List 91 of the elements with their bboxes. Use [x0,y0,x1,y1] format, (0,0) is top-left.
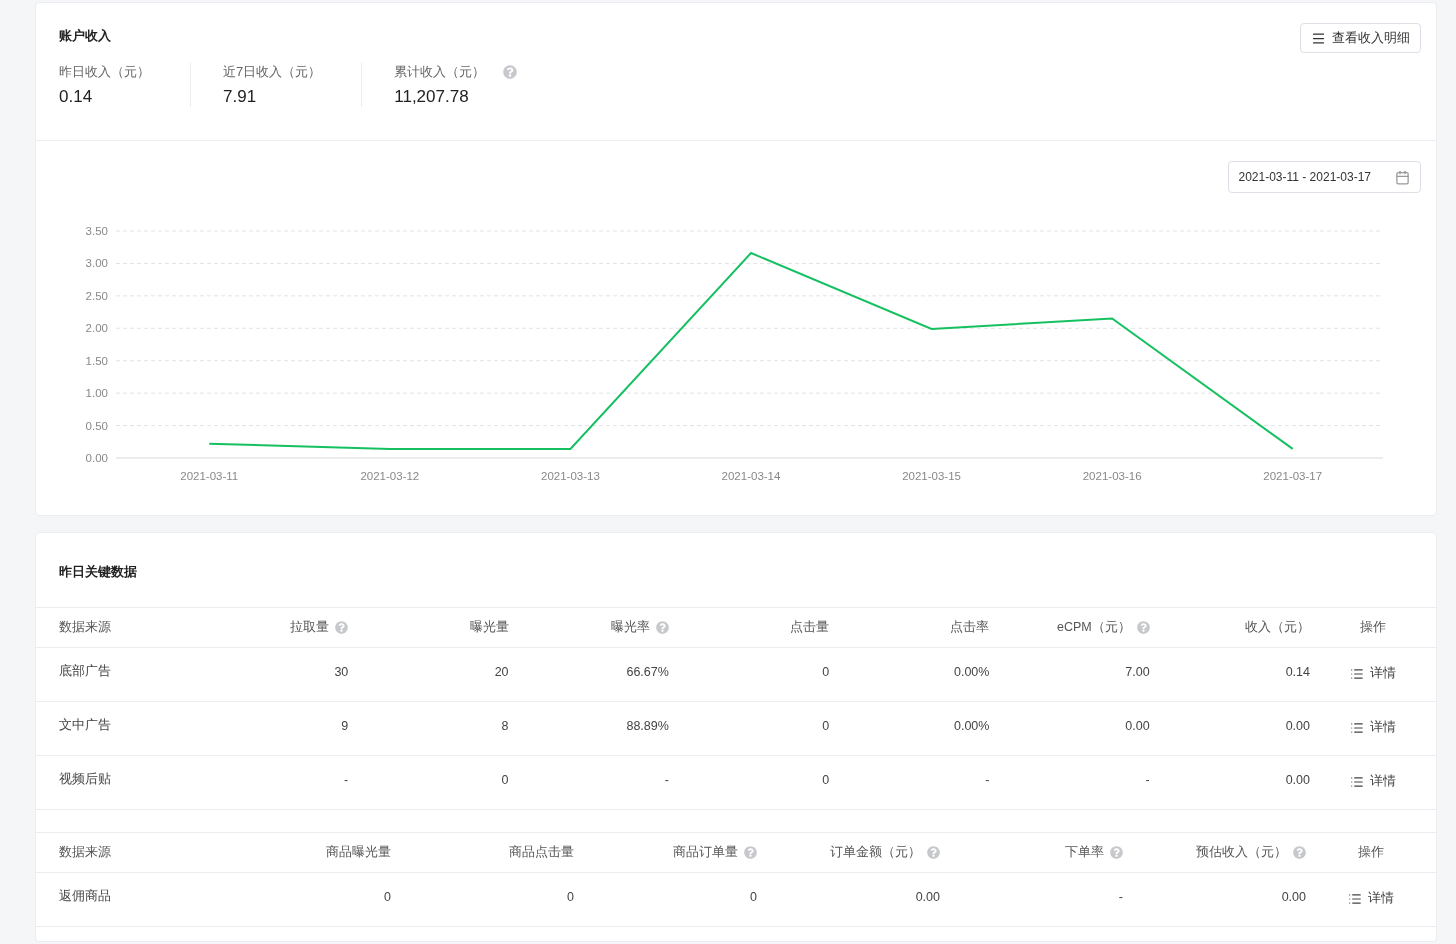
table-cell: 0.14 [1285,664,1310,679]
column-header: 拉取量 [290,619,330,636]
table-cell: - [664,772,669,787]
table-cell: 视频后贴 [59,772,111,786]
menu-icon [1311,30,1326,46]
list-icon [1350,666,1364,681]
x-tick-label: 2021-03-12 [360,470,420,482]
column-header: 下单率 [1065,844,1104,861]
detail-link[interactable]: 详情 [1350,665,1396,683]
table-cell: 88.89% [626,718,669,733]
table-cell: 0.00 [1125,718,1150,733]
table-cell: 0.00 [1285,718,1310,733]
stat-value: 0.14 [59,87,94,107]
column-header: 收入（元） [1244,619,1310,636]
help-icon[interactable] [503,65,518,79]
y-tick-label: 0.50 [85,419,108,432]
date-range-field[interactable]: 2021-03-11 - 2021-03-17 [1228,161,1421,193]
table-cell: 7.00 [1125,664,1150,679]
table-cell: 0 [384,889,391,904]
column-header: 订单金额（元） [830,844,921,861]
x-tick-label: 2021-03-14 [721,470,781,482]
column-header: 数据来源 [59,844,111,861]
help-icon[interactable] [1293,846,1306,859]
help-icon[interactable] [744,846,757,859]
table-cell: 0.00 [1285,772,1310,787]
income-detail-button[interactable]: 查看收入明细 [1300,23,1421,53]
calendar-icon [1395,169,1410,185]
stat-label: 昨日收入（元） [59,63,150,81]
x-tick-label: 2021-03-16 [1082,470,1142,482]
table-cell: 20 [494,664,509,679]
table-cell: 0.00 [915,889,940,904]
help-icon[interactable] [655,621,669,634]
column-header: 操作 [1358,844,1384,861]
column-header: 商品点击量 [509,844,574,861]
stat-label: 累计收入（元） [394,63,486,81]
table-cell: 66.67% [626,664,669,679]
table-cell: 8 [501,718,509,733]
column-header: 预估收入（元） [1196,844,1287,861]
column-header: 商品曝光量 [326,844,391,861]
table-cell: 30 [334,664,349,679]
card-title: 昨日关键数据 [58,563,138,581]
column-header: 曝光量 [469,619,509,636]
help-icon[interactable] [1136,621,1150,634]
table-cell: 0 [501,772,509,787]
detail-link[interactable]: 详情 [1350,719,1396,737]
column-header: 点击率 [950,619,990,636]
y-tick-label: 1.50 [85,354,108,367]
table-cell: 0.00% [953,718,990,733]
x-tick-label: 2021-03-17 [1263,470,1323,482]
table-cell: 0.00 [1281,889,1306,904]
x-tick-label: 2021-03-13 [541,470,600,482]
column-header: 商品订单量 [673,844,738,861]
y-tick-label: 2.50 [85,289,108,302]
table-cell: 0 [750,889,757,904]
table-cell: 返佣商品 [59,889,111,903]
table-cell: 0.00% [953,664,990,679]
table-cell: 9 [341,718,349,733]
help-icon[interactable] [1110,846,1123,859]
column-header: 点击量 [790,619,830,636]
table-cell: - [1145,772,1150,787]
table-cell: 文中广告 [59,718,111,732]
table-cell: - [985,772,990,787]
table-cell: - [1118,889,1123,904]
y-tick-label: 3.50 [85,225,108,237]
table-cell: - [344,772,349,787]
column-header: 数据来源 [59,619,111,636]
detail-link[interactable]: 详情 [1350,773,1396,791]
x-tick-label: 2021-03-11 [180,470,239,482]
table-cell: 0 [567,889,574,904]
help-icon[interactable] [927,846,940,859]
stat-value: 7.91 [223,87,258,107]
y-tick-label: 2.00 [85,322,108,335]
stat-value: 11,207.78 [394,87,470,107]
detail-link[interactable]: 详情 [1348,890,1394,908]
column-header: 曝光率 [610,619,650,636]
y-tick-label: 1.00 [85,387,108,400]
table-cell: 0 [822,664,830,679]
table-cell: 0 [822,718,830,733]
list-icon [1350,720,1364,735]
column-header: 操作 [1360,619,1386,636]
table-cell: 0 [822,772,830,787]
table-cell: 底部广告 [59,664,111,678]
x-tick-label: 2021-03-15 [902,470,961,482]
column-header: eCPM（元） [1056,619,1131,636]
list-icon [1348,891,1362,906]
help-icon[interactable] [335,621,349,634]
stat-label: 近7日收入（元） [223,63,322,81]
y-tick-label: 0.00 [85,452,108,464]
list-icon [1350,774,1364,789]
y-tick-label: 3.00 [85,257,108,270]
card-title: 账户收入 [59,27,111,45]
